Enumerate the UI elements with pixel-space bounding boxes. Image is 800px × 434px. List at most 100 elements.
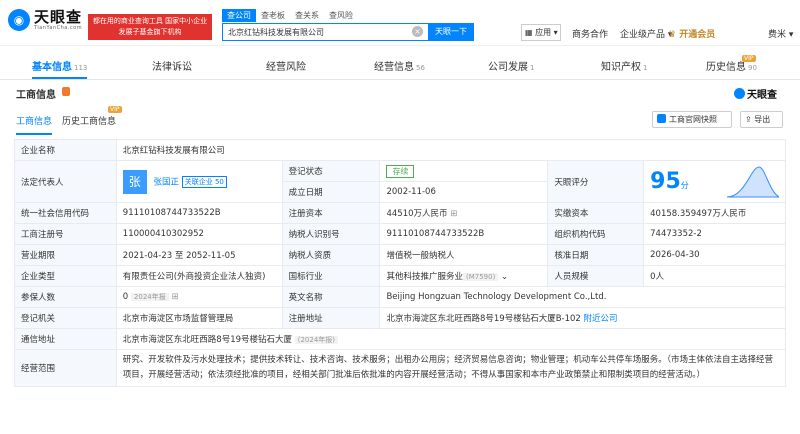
label-est-date: 成立日期 [281,181,381,203]
search-input[interactable]: 北京红钻科技发展有限公司 [222,23,428,41]
annual-report-tag[interactable]: 2024年报 [130,293,169,301]
table-row: 工商注册号 110000410302952 纳税人识别号 91110108744… [14,223,786,245]
search-tab-boss[interactable]: 查老板 [256,9,290,22]
slogan-banner: 都在用的商业查询工具 国家中小企业发展子基金旗下机构 [88,14,212,40]
search-button[interactable]: 天眼一下 [428,23,474,41]
grid-icon: ▦ [525,28,533,37]
logo-text: 天眼查 [34,8,83,26]
label-reg-address: 注册地址 [281,307,381,329]
value-credit-code: 91110108744733522B [115,202,283,224]
eye-logo-icon [734,88,745,99]
nav-business-coop[interactable]: 商务合作 [572,27,608,40]
label-org-code: 组织机构代码 [547,223,645,245]
table-row: 参保人数 0 2024年报 ⊞ 英文名称 Beijing Hongzuan Te… [14,286,786,308]
table-row: 企业名称 北京红钻科技发展有限公司 [14,139,787,161]
clear-icon[interactable]: × [412,26,423,37]
value-scope: 研究、开发软件及污水处理技术；提供技术转让、技术咨询、技术服务；出租办公用房；经… [115,349,787,387]
eye-logo-icon: ◉ [8,9,30,31]
value-est-date: 2002-11-06 [379,181,549,203]
vip-button[interactable]: ♛ 开通会员 [668,27,715,40]
label-credit-code: 统一社会信用代码 [14,202,117,224]
chart-icon[interactable]: ⊞ [171,292,178,302]
nearby-companies-link[interactable]: 附近公司 [584,314,618,324]
business-info-table: 企业名称 北京红钻科技发展有限公司 法定代表人 张 张国正 关联企业 50 登记… [14,139,787,387]
table-row: 企业类型 有限责任公司(外商投资企业法人独资) 国标行业 其他科技推广服务业 (M… [14,265,786,287]
app-menu-button[interactable]: ▦ 应用 ▾ [521,24,561,41]
site-logo[interactable]: ◉ 天眼查 TianYanCha.com [8,9,82,31]
value-reg-capital: 44510万人民币 ⊞ [379,202,549,224]
search-tab-company[interactable]: 查公司 [222,9,256,22]
search-type-tabs: 查公司 查老板 查关系 查风险 [222,9,358,22]
search-tab-relation[interactable]: 查关系 [290,9,324,22]
value-taxpayer-type: 增值税一般纳税人 [379,244,549,266]
label-company-name: 企业名称 [14,139,117,161]
label-insured: 参保人数 [14,286,117,308]
search-tab-risk[interactable]: 查风险 [324,9,358,22]
table-row: 经营范围 研究、开发软件及污水处理技术；提供技术转让、技术咨询、技术服务；出租办… [14,349,787,387]
industry-code: (M7590) [462,273,499,281]
value-approval-date: 2026-04-30 [643,244,786,266]
table-row: 统一社会信用代码 91110108744733522B 注册资本 44510万人… [14,202,786,224]
value-reg-no: 110000410302952 [115,223,283,245]
value-insured: 0 2024年报 ⊞ [115,286,283,308]
value-score[interactable]: 95分 [643,160,786,203]
label-scope: 经营范围 [14,349,117,387]
value-legal-rep: 张 张国正 关联企业 50 [115,160,283,203]
vip-badge: VIP [742,55,756,62]
score-number: 95 [650,169,681,194]
tab-development[interactable]: 公司发展 1 [488,56,534,79]
section-title: 工商信息 [16,90,56,101]
table-row: 营业期限 2021-04-23 至 2052-11-05 纳税人资质 增值税一般… [14,244,786,266]
tab-legal[interactable]: 法律诉讼 [152,56,192,79]
website-snapshot-button[interactable]: 工商官网快照 [652,111,732,128]
label-mail-address: 通信地址 [14,328,117,350]
nav-enterprise-product[interactable]: 企业级产品 ▾ [620,27,672,40]
crown-icon: ♛ [668,30,677,40]
value-reg-status: 存续 [379,160,549,182]
label-reg-no: 工商注册号 [14,223,117,245]
label-taxpayer-type: 纳税人资质 [281,244,381,266]
tab-business-risk[interactable]: 经营风险 [266,56,306,79]
label-taxpayer-id: 纳税人识别号 [281,223,381,245]
section-logo: 天眼查 [734,86,777,101]
lock-icon [62,87,70,96]
table-row: 登记机关 北京市海淀区市场监督管理局 注册地址 北京市海淀区东北旺西路8号19号… [14,307,786,329]
label-reg-status: 登记状态 [281,160,381,182]
label-en-name: 英文名称 [281,286,381,308]
value-industry: 其他科技推广服务业 (M7590) ⌄ [379,265,549,287]
snapshot-icon [657,114,666,123]
tab-basic-info[interactable]: 基本信息 113 [32,56,88,79]
main-tabs: 基本信息 113 法律诉讼 经营风险 经营信息 56 公司发展 1 知识产权 1 历史信… [0,55,800,80]
legal-rep-link[interactable]: 张国正 [154,177,180,187]
related-companies-badge[interactable]: 关联企业 50 [181,176,227,188]
export-icon: ⇪ [745,115,752,124]
annual-report-tag: (2024年报) [294,336,339,344]
value-term: 2021-04-23 至 2052-11-05 [115,244,283,266]
chevron-down-icon[interactable]: ⌄ [501,272,508,282]
user-menu[interactable]: 费米 ▾ [768,27,793,40]
status-badge: 存续 [386,164,415,178]
value-paid-capital: 40158.359497万人民币 [643,202,786,224]
value-company-type: 有限责任公司(外商投资企业法人独资) [115,265,283,287]
value-staff-size: 0人 [643,265,786,287]
chart-icon[interactable]: ⊞ [450,209,457,219]
score-curve-icon [727,166,779,198]
label-score: 天眼评分 [547,160,645,203]
label-paid-capital: 实缴资本 [547,202,645,224]
tab-business-info[interactable]: 经营信息 56 [374,56,425,79]
label-term: 营业期限 [14,244,117,266]
subtab-history-info[interactable]: 历史工商信息 [62,114,116,127]
label-reg-authority: 登记机关 [14,307,117,329]
tab-ip[interactable]: 知识产权 1 [601,56,647,79]
value-reg-address: 北京市海淀区东北旺西路8号19号楼钻石大厦B-102 附近公司 [379,307,786,329]
avatar[interactable]: 张 [122,169,147,194]
top-header: ◉ 天眼查 TianYanCha.com 都在用的商业查询工具 国家中小企业发展… [0,0,800,46]
subtab-business-info[interactable]: 工商信息 [16,114,53,135]
label-reg-capital: 注册资本 [281,202,381,224]
label-approval-date: 核准日期 [547,244,645,266]
label-company-type: 企业类型 [14,265,117,287]
table-row: 法定代表人 张 张国正 关联企业 50 登记状态 存续 天眼评分 95分 [14,160,786,203]
export-button[interactable]: ⇪ 导出 [740,111,783,128]
value-reg-authority: 北京市海淀区市场监督管理局 [115,307,283,329]
label-staff-size: 人员规模 [547,265,645,287]
